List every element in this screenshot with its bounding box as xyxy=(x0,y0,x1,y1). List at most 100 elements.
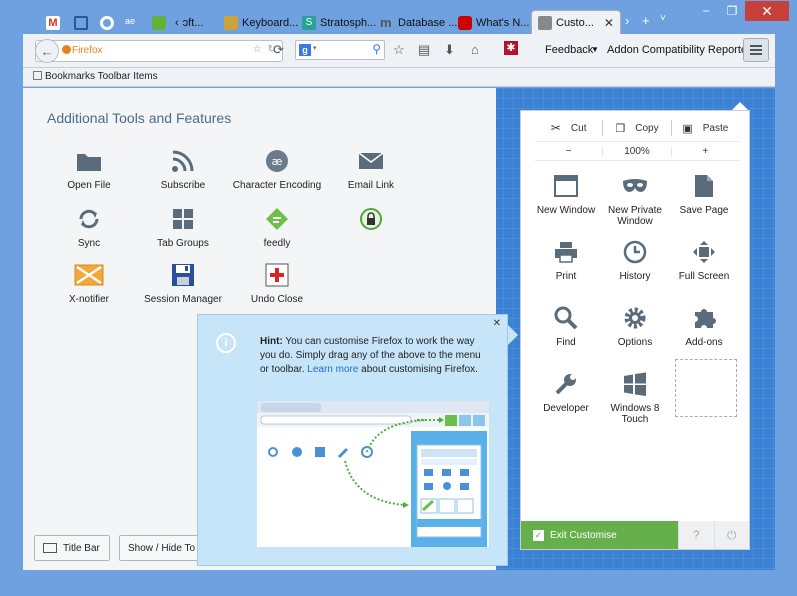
panel-item-developer[interactable]: Developer xyxy=(531,369,601,414)
page-icon xyxy=(695,175,713,197)
tab-4[interactable]: ae xyxy=(125,12,139,34)
palette-item-feedly[interactable]: feedly xyxy=(229,204,325,249)
minimize-button[interactable]: − xyxy=(693,1,719,21)
search-icon[interactable]: ⚲ xyxy=(372,42,381,56)
panel-item-add-ons[interactable]: Add-ons xyxy=(669,303,739,348)
zoom-level[interactable]: 100% xyxy=(602,145,672,157)
home-icon[interactable]: ⌂ xyxy=(471,42,479,57)
title-bar-label: Title Bar xyxy=(63,542,100,554)
tab-5[interactable] xyxy=(152,12,166,34)
title-bar: M ae ‹ ɔft... Keyboard... S Stratosph... m… xyxy=(0,0,797,36)
palette-item-tab-groups[interactable]: Tab Groups xyxy=(135,204,231,249)
menu-button[interactable] xyxy=(743,38,769,62)
cut-button[interactable]: ✂ Cut xyxy=(535,121,602,135)
panel-item-full-screen[interactable]: Full Screen xyxy=(669,237,739,282)
tab-gmail[interactable]: M xyxy=(46,12,60,34)
window-controls: − ❐ ✕ xyxy=(693,1,789,21)
palette-item-character-encoding[interactable]: æ Character Encoding xyxy=(229,146,325,191)
bookmarks-icon xyxy=(33,71,42,80)
palette-item-subscribe[interactable]: Subscribe xyxy=(135,146,231,191)
tab-label: What's N... xyxy=(476,17,530,29)
tab-customise[interactable]: Custo... ✕ xyxy=(531,10,621,34)
copy-icon: ❐ xyxy=(615,122,626,135)
panel-item-print[interactable]: Print xyxy=(531,237,601,282)
restore-button[interactable]: ❐ xyxy=(719,1,745,21)
help-button[interactable]: ? xyxy=(678,521,714,549)
palette-item-lock-addon[interactable] xyxy=(323,204,419,238)
learn-more-link[interactable]: Learn more xyxy=(307,364,358,375)
tab-database[interactable]: m Database ... xyxy=(380,12,457,34)
title-bar-toggle[interactable]: Title Bar xyxy=(34,535,110,561)
search-input[interactable]: g ▾ ⚲ xyxy=(295,40,385,60)
tab-2[interactable] xyxy=(74,12,88,34)
power-icon: ⏻ xyxy=(727,527,737,542)
tab-whats-new[interactable]: What's N... xyxy=(458,12,529,34)
tab-stratosphere[interactable]: S Stratosph... xyxy=(302,12,376,34)
scissors-icon: ✂ xyxy=(550,121,561,135)
scroll-tabs-icon[interactable]: › xyxy=(625,13,629,28)
tab-groups-icon xyxy=(173,209,193,229)
zoom-out-button[interactable]: − xyxy=(535,146,602,157)
undo-close-icon xyxy=(265,263,289,287)
panel-item-options[interactable]: Options xyxy=(600,303,670,348)
palette-item-undo-close[interactable]: Undo Close xyxy=(229,260,325,305)
list-tabs-icon[interactable]: ˅ xyxy=(660,13,666,24)
palette-item-open-file[interactable]: Open File xyxy=(41,146,137,191)
paste-button[interactable]: ▣ Paste xyxy=(672,122,739,135)
bookmarks-menu-icon[interactable]: ▤ xyxy=(418,42,430,58)
panel-item-save-page[interactable]: Save Page xyxy=(669,171,739,216)
hint-text-part: about customising Firefox. xyxy=(358,364,478,375)
gear-icon xyxy=(624,307,646,329)
check-icon: ✓ xyxy=(533,529,544,541)
tab-label: Database ... xyxy=(398,17,458,29)
item-label: Print xyxy=(555,271,577,282)
url-bar[interactable]: ← Firefox ☆ ↻ xyxy=(35,39,283,63)
close-tab-icon[interactable]: ✕ xyxy=(604,16,614,30)
new-tab-button[interactable]: + xyxy=(642,13,650,28)
back-button[interactable]: ← xyxy=(35,39,59,63)
tab-6[interactable]: ‹ ɔft... xyxy=(175,12,203,34)
bookmark-star-icon[interactable]: ☆ xyxy=(393,42,405,58)
panel-item-windows-8-touch[interactable]: Windows 8 Touch xyxy=(600,369,670,425)
firefox-window: M ae ‹ ɔft... Keyboard... S Stratosph... m… xyxy=(0,0,797,596)
x-notifier-icon xyxy=(74,264,104,286)
zoom-in-button[interactable]: + xyxy=(672,146,739,157)
item-label: New Window xyxy=(536,205,596,216)
item-label: X-notifier xyxy=(68,294,109,305)
palette-item-session-manager[interactable]: Session Manager xyxy=(135,260,231,305)
feedback-button[interactable]: Feedback xyxy=(545,44,593,56)
feedly-icon xyxy=(266,208,288,230)
panel-item-new-window[interactable]: New Window xyxy=(531,171,601,216)
search-engine-icon[interactable]: g xyxy=(299,44,311,56)
tab-3[interactable] xyxy=(100,12,114,34)
tab-label: Keyboard... xyxy=(242,17,299,29)
empty-panel-slot[interactable] xyxy=(675,359,737,417)
palette-item-x-notifier[interactable]: X-notifier xyxy=(41,260,137,305)
chevron-down-icon: ▾ xyxy=(313,45,317,52)
tab-keyboard[interactable]: Keyboard... xyxy=(224,12,298,34)
menu-panel: ✂ Cut ❐ Copy ▣ Paste − 100% + New Window Ne… xyxy=(520,110,750,550)
palette-item-email-link[interactable]: Email Link xyxy=(323,146,419,191)
close-window-button[interactable]: ✕ xyxy=(745,1,789,21)
addon-asterisk-icon[interactable]: ✱ xyxy=(504,41,518,55)
close-hint-icon[interactable]: ✕ xyxy=(493,318,501,329)
item-label: Full Screen xyxy=(678,271,730,282)
show-hide-toolbars-button[interactable]: Show / Hide To xyxy=(119,535,201,561)
refresh-icon[interactable]: ⟳ xyxy=(273,42,284,58)
floppy-icon xyxy=(172,264,194,286)
panel-item-history[interactable]: History xyxy=(600,237,670,282)
exit-customise-button[interactable]: ✓ Exit Customise xyxy=(521,521,678,549)
quit-button[interactable]: ⏻ xyxy=(713,521,749,549)
downloads-icon[interactable]: ⬇ xyxy=(444,42,455,58)
hint-message: Hint: You can customise Firefox to work … xyxy=(260,335,490,377)
copy-button[interactable]: ❐ Copy xyxy=(603,122,670,135)
panel-item-find[interactable]: Find xyxy=(531,303,601,348)
panel-item-new-private-window[interactable]: New Private Window xyxy=(600,171,670,227)
palette-item-sync[interactable]: Sync xyxy=(41,204,137,249)
star-dropdown-icon[interactable]: ☆ xyxy=(253,44,262,55)
paste-label: Paste xyxy=(702,122,729,134)
addon-reporter-button[interactable]: Addon Compatibility Reporter xyxy=(607,44,751,56)
feedback-dropdown-icon[interactable]: ▼ xyxy=(591,45,599,54)
ring-icon xyxy=(100,16,114,30)
item-label: Find xyxy=(556,337,576,348)
